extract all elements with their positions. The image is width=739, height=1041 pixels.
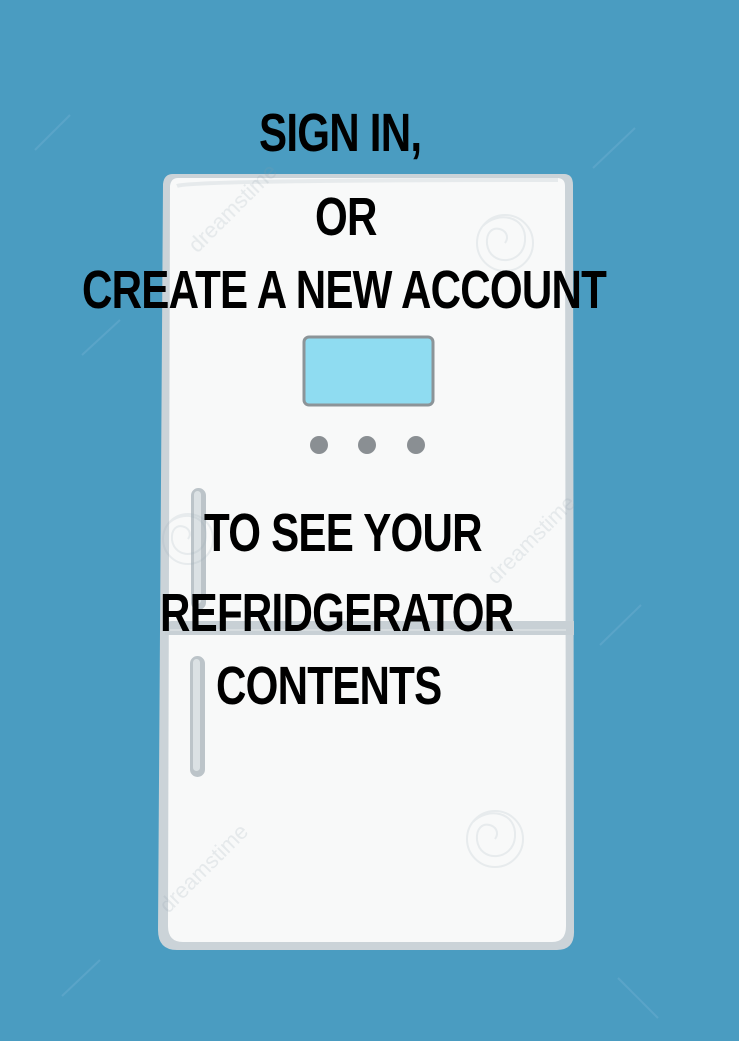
background-line-3	[592, 127, 636, 169]
or-text: OR	[315, 187, 377, 247]
display-panel-icon	[302, 335, 435, 407]
background-line-2	[81, 319, 121, 356]
refrigerator-text: REFRIDGERATOR	[160, 583, 514, 643]
background-line-4	[599, 604, 642, 646]
background-line-1	[34, 114, 71, 151]
lower-handle-shine	[193, 659, 200, 771]
background-line-5	[617, 977, 659, 1019]
background-line-6	[61, 959, 101, 997]
control-dot-3	[407, 436, 425, 454]
temperature-display	[302, 335, 435, 407]
control-dot-2	[358, 436, 376, 454]
create-account-text: CREATE A NEW ACCOUNT	[82, 260, 607, 320]
sign-in-prompt-screen: dreamstime dreamstime dreamstime SIGN IN…	[0, 0, 739, 1041]
sign-in-text: SIGN IN,	[259, 103, 422, 163]
control-dot-1	[310, 436, 328, 454]
contents-text: CONTENTS	[216, 656, 442, 716]
see-your-text: TO SEE YOUR	[204, 503, 483, 563]
